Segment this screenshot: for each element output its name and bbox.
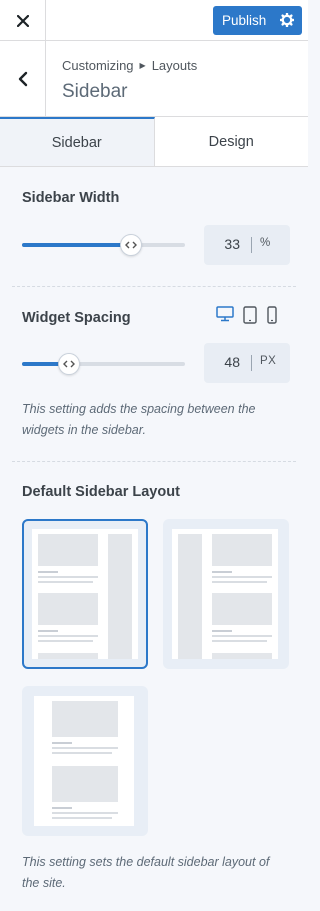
section-divider (12, 461, 296, 462)
tablet-icon[interactable] (243, 306, 257, 324)
image-placeholder-icon (212, 534, 272, 566)
text-placeholder (212, 571, 232, 573)
slider-thumb[interactable] (58, 353, 81, 375)
sidebar-width-label: Sidebar Width (22, 190, 120, 206)
text-placeholder (38, 635, 98, 637)
sidebar-placeholder (108, 534, 132, 659)
breadcrumb: Customizing ▶ Layouts (62, 58, 197, 73)
text-placeholder (38, 571, 58, 573)
text-placeholder (212, 640, 267, 642)
customizer-topbar: Publish (0, 0, 308, 41)
breadcrumb-separator-icon: ▶ (139, 61, 146, 70)
text-placeholder (52, 812, 118, 814)
sidebar-width-value: 33 (224, 236, 240, 252)
sidebar-placeholder (178, 534, 202, 659)
footer-placeholder (212, 653, 272, 659)
publish-button[interactable]: Publish (213, 6, 302, 35)
breadcrumb-item: Customizing (62, 58, 134, 73)
drag-arrows-icon (63, 360, 76, 368)
default-layout-description: This setting sets the default sidebar la… (22, 855, 270, 890)
widget-spacing-slider[interactable] (22, 353, 185, 375)
gear-icon[interactable] (280, 13, 294, 27)
layout-preview (34, 696, 134, 826)
device-switcher (216, 306, 278, 324)
layout-option-no-sidebar[interactable] (22, 686, 148, 836)
page-title: Sidebar (62, 81, 128, 102)
layout-option-left-sidebar[interactable] (163, 519, 289, 669)
widget-spacing-input[interactable]: 48 PX (204, 343, 290, 383)
tab-design[interactable]: Design (155, 117, 309, 166)
slider-fill (22, 243, 132, 247)
sidebar-width-input[interactable]: 33 % (204, 225, 290, 265)
image-placeholder-icon (52, 701, 118, 737)
close-button[interactable] (0, 0, 46, 41)
chevron-left-icon (18, 71, 27, 87)
layout-preview (32, 529, 138, 659)
text-placeholder (212, 630, 232, 632)
text-placeholder (52, 752, 112, 754)
section-header: Customizing ▶ Layouts Sidebar (0, 41, 308, 117)
text-placeholder (38, 576, 98, 578)
text-placeholder (52, 742, 72, 744)
image-placeholder-icon (212, 593, 272, 625)
close-icon (16, 14, 29, 27)
text-placeholder (212, 635, 272, 637)
text-placeholder (38, 640, 93, 642)
image-placeholder-icon (38, 534, 98, 566)
text-placeholder (38, 581, 93, 583)
tab-sidebar[interactable]: Sidebar (0, 117, 155, 166)
desktop-icon[interactable] (216, 306, 234, 324)
widget-spacing-description: This setting adds the spacing between th… (22, 402, 256, 437)
image-placeholder-icon (52, 766, 118, 802)
text-placeholder (212, 576, 272, 578)
text-placeholder (52, 817, 112, 819)
unit-divider (251, 237, 252, 253)
widget-spacing-label: Widget Spacing (22, 310, 131, 326)
slider-thumb[interactable] (120, 234, 143, 256)
text-placeholder (52, 807, 72, 809)
sidebar-width-unit[interactable]: % (260, 237, 271, 249)
text-placeholder (212, 581, 267, 583)
sidebar-width-slider[interactable] (22, 234, 185, 256)
unit-divider (251, 355, 252, 371)
widget-spacing-value: 48 (224, 354, 240, 370)
breadcrumb-item: Layouts (151, 58, 198, 73)
tab-bar: Sidebar Design (0, 117, 308, 167)
mobile-icon[interactable] (266, 306, 278, 324)
layout-preview (172, 529, 278, 659)
text-placeholder (52, 747, 118, 749)
default-layout-label: Default Sidebar Layout (22, 484, 180, 500)
text-placeholder (38, 630, 58, 632)
layout-option-right-sidebar[interactable] (22, 519, 148, 669)
footer-placeholder (38, 653, 98, 659)
back-button[interactable] (0, 41, 46, 117)
section-divider (12, 286, 296, 287)
drag-arrows-icon (125, 241, 138, 249)
publish-label: Publish (222, 13, 267, 28)
widget-spacing-unit[interactable]: PX (260, 355, 276, 367)
image-placeholder-icon (38, 593, 98, 625)
